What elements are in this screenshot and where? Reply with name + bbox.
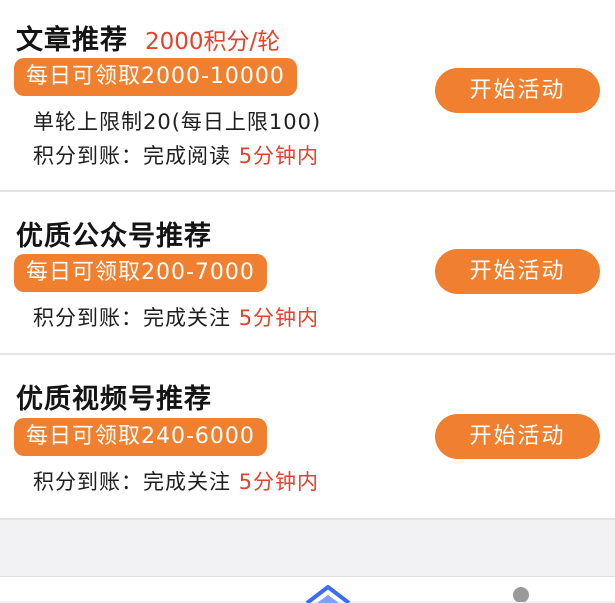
- credit-time: 5分钟内: [238, 144, 320, 168]
- bottom-tab-bar: [0, 576, 615, 603]
- start-activity-button[interactable]: 开始活动: [435, 68, 600, 113]
- credit-label: 积分到账：完成关注: [33, 470, 231, 494]
- divider: [0, 518, 615, 520]
- start-activity-button[interactable]: 开始活动: [435, 249, 600, 294]
- card-title: 优质公众号推荐: [16, 221, 212, 252]
- start-activity-button[interactable]: 开始活动: [435, 414, 600, 459]
- daily-range-badge: 每日可领取2000-10000: [14, 58, 297, 96]
- card-title: 文章推荐: [16, 25, 128, 56]
- credit-info: 积分到账：完成阅读 5分钟内: [33, 140, 319, 170]
- credit-time: 5分钟内: [238, 306, 320, 330]
- points-rate: 2000积分/轮: [145, 29, 281, 55]
- daily-range-badge: 每日可领取240-6000: [14, 418, 267, 456]
- card-title: 优质视频号推荐: [16, 384, 212, 415]
- credit-label: 积分到账：完成阅读: [33, 144, 231, 168]
- credit-info: 积分到账：完成关注 5分钟内: [33, 302, 319, 332]
- round-limit-text: 单轮上限制20(每日上限100): [33, 110, 322, 134]
- home-icon[interactable]: [305, 585, 351, 603]
- article-recommend-card: 文章推荐 2000积分/轮 每日可领取2000-10000 单轮上限制20(每日…: [0, 0, 615, 190]
- profile-icon[interactable]: [509, 586, 533, 602]
- official-account-recommend-card: 优质公众号推荐 每日可领取200-7000 积分到账：完成关注 5分钟内 开始活…: [0, 192, 615, 353]
- video-account-recommend-card: 优质视频号推荐 每日可领取240-6000 积分到账：完成关注 5分钟内 开始活…: [0, 355, 615, 518]
- credit-info: 积分到账：完成关注 5分钟内: [33, 466, 319, 496]
- daily-range-badge: 每日可领取200-7000: [14, 254, 267, 292]
- credit-time: 5分钟内: [238, 470, 320, 494]
- credit-label: 积分到账：完成关注: [33, 306, 231, 330]
